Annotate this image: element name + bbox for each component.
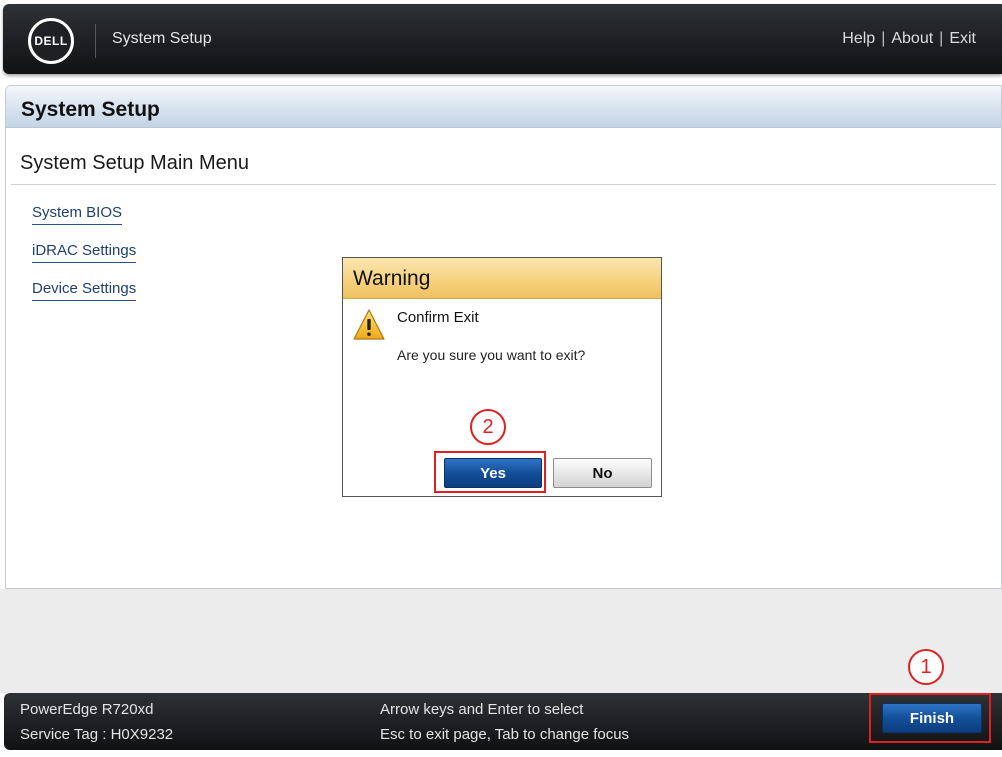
panel-title: System Setup (6, 86, 1001, 128)
background-area (0, 589, 1002, 693)
hint-exit: Esc to exit page, Tab to change focus (380, 726, 630, 743)
top-header-bar: DELL System Setup Help | About | Exit (3, 4, 1002, 74)
menu-item-idrac-settings[interactable]: iDRAC Settings (32, 242, 137, 263)
dialog-message: Are you sure you want to exit? (397, 347, 586, 363)
yes-highlight-box (434, 451, 546, 493)
link-separator: | (939, 30, 944, 47)
model-name: PowerEdge R720xd (20, 701, 154, 718)
link-separator: | (881, 30, 886, 47)
dell-logo-text: DELL (34, 34, 68, 48)
header-title: System Setup (112, 30, 212, 47)
about-link[interactable]: About (891, 30, 933, 48)
exit-link[interactable]: Exit (949, 30, 976, 48)
help-link[interactable]: Help (842, 30, 875, 48)
header-links: Help | About | Exit (842, 30, 976, 48)
service-tag: Service Tag : H0X9232 (20, 726, 174, 743)
dell-logo: DELL (28, 18, 74, 64)
menu-divider (11, 184, 996, 185)
dialog-title: Warning (343, 258, 661, 299)
bottom-status-bar: PowerEdge R720xd Service Tag : H0X9232 A… (4, 693, 1002, 750)
menu-item-device-settings[interactable]: Device Settings (32, 280, 137, 301)
hint-navigation: Arrow keys and Enter to select (380, 701, 584, 718)
warning-triangle-icon (353, 309, 385, 340)
step-badge-1: 1 (908, 649, 944, 685)
menu-title: System Setup Main Menu (20, 152, 249, 174)
no-button[interactable]: No (553, 458, 652, 488)
header-divider (95, 24, 96, 58)
menu-item-system-bios[interactable]: System BIOS (32, 204, 123, 225)
finish-highlight-box (869, 693, 991, 743)
dialog-subtitle: Confirm Exit (397, 309, 479, 326)
step-badge-2: 2 (470, 409, 506, 445)
